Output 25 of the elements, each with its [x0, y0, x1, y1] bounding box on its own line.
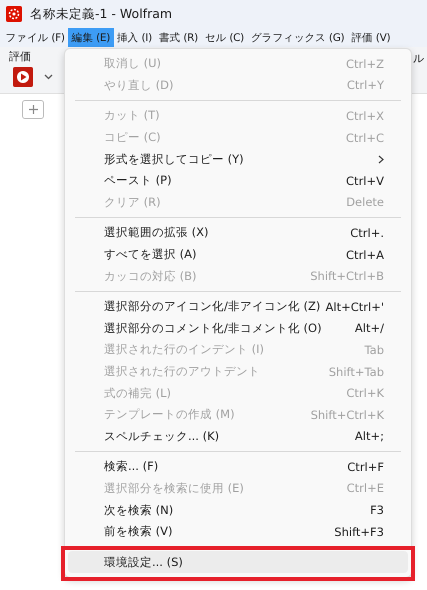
menu-bar-item[interactable]: セル (C): [201, 28, 248, 47]
menu-bar-item[interactable]: 評価 (V): [348, 28, 394, 47]
menu-item[interactable]: 検索... (F) Ctrl+F: [68, 456, 408, 478]
menu-bar-item[interactable]: グラフィックス (G): [247, 28, 348, 47]
menu-item[interactable]: ペースト (P) Ctrl+V: [68, 170, 408, 192]
window-title: 名称未定義-1 - Wolfram: [30, 6, 172, 22]
menu-item[interactable]: 前を検索 (V) Shift+F3: [68, 520, 408, 542]
chevron-down-icon[interactable]: [44, 74, 53, 80]
toolbar-label: ル: [413, 51, 424, 66]
menu-bar-item[interactable]: ファイル (F): [2, 28, 68, 47]
menu-item[interactable]: すべてを選択 (A) Ctrl+A: [68, 244, 408, 266]
menu-item[interactable]: 選択部分のコメント化/非コメント化 (O) Alt+/: [68, 318, 408, 340]
app-logo-icon: [6, 6, 22, 22]
add-cell-button[interactable]: [22, 100, 44, 119]
menu-item[interactable]: 選択部分のアイコン化/非アイコン化 (Z) Alt+Ctrl+': [68, 296, 408, 318]
menu-item[interactable]: 環境設定... (S): [68, 551, 408, 574]
plus-icon: [28, 105, 38, 114]
menu-bar-item[interactable]: 編集 (E): [68, 28, 114, 47]
menu-item[interactable]: 形式を選択してコピー (Y): [68, 148, 408, 170]
menu-item[interactable]: 選択範囲の拡張 (X) Ctrl+.: [68, 222, 408, 244]
menu-bar-item[interactable]: 挿入 (I): [114, 28, 156, 47]
menu-item[interactable]: スペルチェック... (K) Alt+;: [68, 426, 408, 448]
toolbar-label: 評価: [9, 49, 31, 64]
menu-bar-item[interactable]: 書式 (R): [155, 28, 202, 47]
menu-item[interactable]: 次を検索 (N) F3: [68, 499, 408, 521]
